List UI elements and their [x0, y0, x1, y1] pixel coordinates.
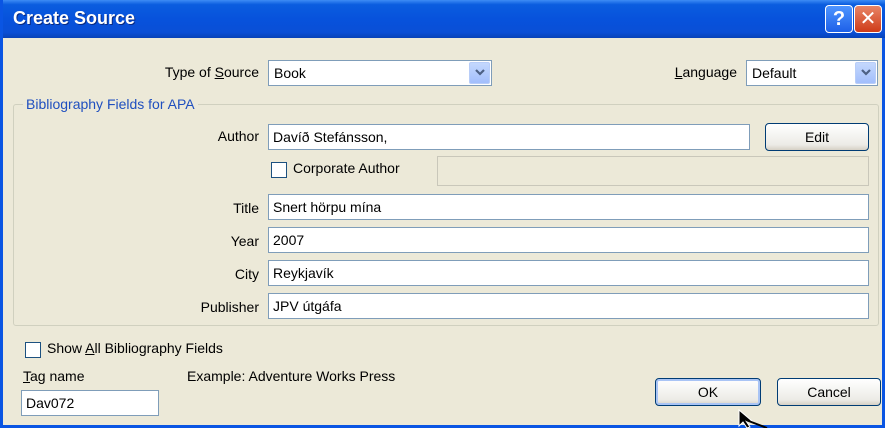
publisher-field[interactable]: JPV útgáfa: [268, 293, 869, 319]
tag-name-value: Dav072: [26, 395, 75, 411]
type-of-source-label: Type of Source: [164, 64, 259, 80]
show-all-fields-checkbox[interactable]: [25, 342, 41, 358]
ok-button[interactable]: OK: [655, 378, 761, 406]
dialog-title: Create Source: [13, 8, 136, 28]
title-field[interactable]: Snert hörpu mína: [268, 194, 869, 220]
title-label: Title: [233, 200, 259, 216]
tag-example-text: Example: Adventure Works Press: [187, 368, 396, 384]
language-label: Language: [674, 64, 737, 80]
corporate-author-label: Corporate Author: [293, 160, 400, 176]
publisher-value: JPV útgáfa: [273, 298, 342, 314]
title-bar[interactable]: Create Source ? ✕: [3, 0, 885, 38]
city-label: City: [234, 266, 259, 282]
mouse-cursor-icon: [738, 408, 768, 428]
edit-author-button[interactable]: Edit: [765, 123, 869, 151]
help-button[interactable]: ?: [825, 5, 853, 33]
city-value: Reykjavík: [273, 265, 334, 281]
author-label: Author: [217, 128, 259, 144]
title-value: Snert hörpu mína: [273, 199, 382, 215]
type-of-source-select[interactable]: Book: [268, 60, 492, 86]
city-field[interactable]: Reykjavík: [268, 260, 869, 286]
year-field[interactable]: 2007: [268, 227, 869, 253]
close-button[interactable]: ✕: [854, 5, 882, 33]
language-value: Default: [752, 65, 797, 81]
bibliography-fields-title: Bibliography Fields for APA: [23, 96, 198, 112]
tag-name-field[interactable]: Dav072: [21, 390, 159, 416]
cancel-button[interactable]: Cancel: [777, 378, 881, 406]
corporate-author-field: [437, 156, 869, 186]
chevron-down-icon[interactable]: [855, 62, 876, 84]
year-label: Year: [230, 233, 259, 249]
publisher-label: Publisher: [200, 299, 259, 315]
type-of-source-value: Book: [274, 65, 306, 81]
tag-name-label: Tag name: [23, 368, 85, 384]
chevron-down-icon[interactable]: [469, 62, 490, 84]
create-source-dialog: Create Source ? ✕ Type of Source Book La…: [0, 0, 885, 428]
corporate-author-checkbox[interactable]: [271, 162, 287, 178]
language-select[interactable]: Default: [746, 60, 878, 86]
show-all-fields-label: Show All Bibliography Fields: [47, 340, 223, 356]
author-field[interactable]: Davíð Stefánsson,: [268, 124, 750, 150]
author-value: Davíð Stefánsson,: [273, 129, 388, 145]
year-value: 2007: [273, 232, 305, 248]
